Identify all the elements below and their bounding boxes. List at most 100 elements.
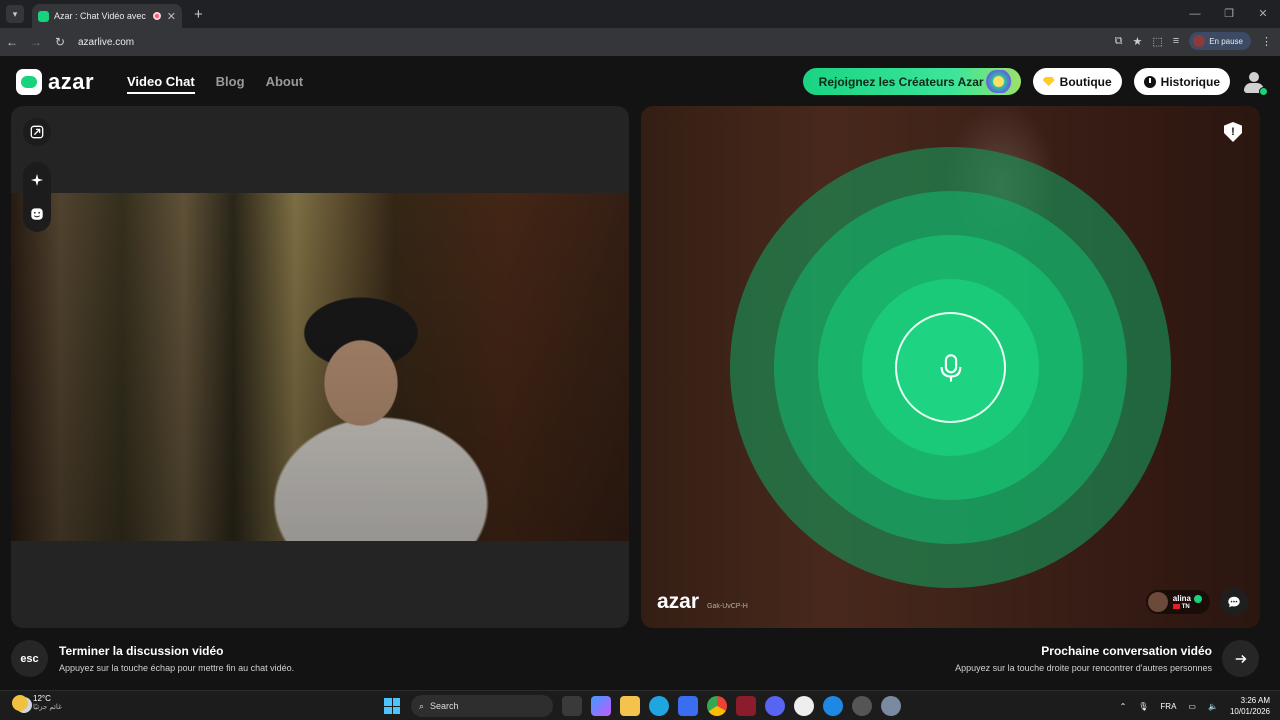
- chrome-icon[interactable]: [707, 696, 727, 716]
- face-mask-icon[interactable]: [23, 200, 51, 228]
- extensions-icon[interactable]: ⬚: [1152, 35, 1162, 48]
- copilot-icon[interactable]: [591, 696, 611, 716]
- url-field[interactable]: ⎔ azarlive.com: [0, 36, 135, 100]
- taskbar-clock[interactable]: 3:26 AM 10/01/2026: [1230, 695, 1270, 717]
- forward-icon[interactable]: →: [24, 35, 48, 49]
- logo-text: azar: [48, 69, 95, 94]
- remote-video-panel: ! azar Gak-UvCP-H alina TN: [641, 106, 1260, 628]
- mic-tray-icon[interactable]: 🎙: [1138, 702, 1148, 711]
- effects-toolbar: [23, 162, 51, 232]
- weather-widget[interactable]: 12°C غائم جزئيًا: [12, 694, 62, 711]
- clock-icon: [1143, 75, 1156, 88]
- join-creators-label: Rejoignez les Créateurs Azar: [818, 74, 984, 89]
- azar-watermark: azar Gak-UvCP-H: [657, 590, 748, 614]
- verified-icon: [1194, 594, 1202, 603]
- next-chat-title: Prochaine conversation vidéo: [1041, 644, 1212, 658]
- tunisia-flag-icon: [1172, 603, 1180, 609]
- watermark-text: azar: [657, 590, 700, 613]
- media-control-icon[interactable]: ≡: [1173, 35, 1179, 47]
- edge-icon[interactable]: [649, 696, 669, 716]
- profile-button[interactable]: En pause: [1189, 32, 1251, 50]
- peer-name: alina: [1172, 593, 1191, 603]
- join-creators-button[interactable]: Rejoignez les Créateurs Azar: [802, 68, 1021, 95]
- volume-icon[interactable]: 🔈: [1208, 702, 1218, 711]
- windows-taskbar: 12°C غائم جزئيًا ⌕ Search ⌃ 🎙 FRA ▭ 🔈 3:…: [0, 690, 1280, 720]
- shop-button[interactable]: Boutique: [1032, 68, 1122, 95]
- close-tab-icon[interactable]: ✕: [167, 10, 176, 23]
- file-explorer-icon[interactable]: [620, 696, 640, 716]
- cast-icon[interactable]: ⧉: [1115, 35, 1123, 48]
- esc-key-button[interactable]: esc: [11, 640, 48, 677]
- window-controls: — ❐ ✕: [1178, 0, 1280, 28]
- azar-logo[interactable]: azar: [16, 69, 94, 95]
- address-bar: ← → ↻ ⎔ azarlive.com ⧉ ★ ⬚ ≡ En pause ⋮: [0, 28, 1280, 100]
- back-icon[interactable]: ←: [0, 35, 24, 49]
- task-view-icon[interactable]: [562, 696, 582, 716]
- weather-text: غائم جزئيًا: [33, 704, 62, 711]
- history-button[interactable]: Historique: [1133, 68, 1230, 95]
- close-window-icon[interactable]: ✕: [1246, 0, 1280, 28]
- peer-country: TN: [1181, 604, 1190, 611]
- app-gray-icon[interactable]: [852, 696, 872, 716]
- chat-bubble-icon: [1228, 596, 1240, 608]
- recording-icon: [152, 12, 161, 20]
- sparkle-effects-icon[interactable]: [23, 166, 51, 194]
- settings-gear-icon[interactable]: [881, 696, 901, 716]
- tab-title: Azar : Chat Vidéo avec de n: [54, 11, 147, 21]
- end-chat-hint: Terminer la discussion vidéo Appuyez sur…: [59, 644, 294, 673]
- microphone-button[interactable]: [895, 312, 1006, 423]
- bookmark-star-icon[interactable]: ★: [1132, 35, 1142, 48]
- discord-icon[interactable]: [765, 696, 785, 716]
- azar-site: azar Video Chat Blog About Rejoignez les…: [0, 56, 1280, 690]
- new-tab-icon[interactable]: +: [194, 6, 203, 23]
- chat-button[interactable]: [1220, 588, 1248, 616]
- app-v-icon[interactable]: [736, 696, 756, 716]
- local-camera-feed: [11, 193, 629, 541]
- browser-tabbar: ▾ Azar : Chat Vidéo avec de n ✕ + — ❐ ✕: [0, 0, 1280, 28]
- online-dot-icon: [1259, 86, 1268, 96]
- clock-date: 10/01/2026: [1229, 707, 1270, 716]
- taskbar-apps: ⌕ Search: [382, 695, 901, 717]
- search-label: Search: [430, 701, 459, 711]
- end-chat-title: Terminer la discussion vidéo: [59, 644, 224, 658]
- restore-icon[interactable]: ❐: [1212, 0, 1246, 28]
- profile-avatar: [1193, 35, 1206, 47]
- shop-label: Boutique: [1059, 74, 1112, 89]
- microphone-icon: [940, 353, 961, 382]
- tray-chevron-icon[interactable]: ⌃: [1120, 702, 1127, 711]
- nav-video-chat[interactable]: Video Chat: [127, 74, 195, 94]
- system-tray: ⌃ 🎙 FRA ▭ 🔈 3:26 AM 10/01/2026: [1120, 695, 1270, 717]
- menu-dots-icon[interactable]: ⋮: [1261, 35, 1272, 48]
- weather-temp: 12°C: [33, 694, 51, 703]
- tab-search-icon[interactable]: ▾: [6, 5, 24, 23]
- language-indicator[interactable]: FRA: [1160, 702, 1176, 711]
- weather-icon: [12, 694, 28, 711]
- url-text: azarlive.com: [78, 36, 135, 48]
- store-icon[interactable]: [678, 696, 698, 716]
- reload-icon[interactable]: ↻: [48, 35, 72, 49]
- nav-blog[interactable]: Blog: [216, 74, 245, 94]
- next-chat-button[interactable]: [1222, 640, 1259, 677]
- expand-icon[interactable]: [23, 118, 51, 146]
- video-tools: [23, 118, 51, 232]
- search-icon: ⌕: [419, 700, 425, 711]
- toolbar-right: ⧉ ★ ⬚ ≡ En pause ⋮: [1115, 32, 1272, 50]
- taskbar-search[interactable]: ⌕ Search: [411, 695, 553, 717]
- minimize-icon[interactable]: —: [1178, 0, 1212, 28]
- voice-pulse-rings: [730, 147, 1171, 588]
- user-profile-icon[interactable]: [1242, 70, 1268, 96]
- header-actions: Rejoignez les Créateurs Azar Boutique Hi…: [802, 68, 1268, 96]
- creators-badge-icon: [984, 70, 1019, 93]
- nav-about[interactable]: About: [266, 74, 304, 94]
- peer-info[interactable]: alina TN: [1145, 590, 1210, 614]
- azar-logo-icon: [16, 69, 42, 95]
- main-nav: Video Chat Blog About: [127, 74, 303, 94]
- network-icon[interactable]: ▭: [1188, 702, 1196, 711]
- keyboard-hints: esc Terminer la discussion vidéo Appuyez…: [0, 638, 1280, 684]
- browser-tab[interactable]: Azar : Chat Vidéo avec de n ✕: [32, 4, 182, 28]
- end-chat-subtitle: Appuyez sur la touche échap pour mettre …: [59, 663, 295, 673]
- app-blue-icon[interactable]: [823, 696, 843, 716]
- start-icon[interactable]: [382, 696, 402, 716]
- app-pie-icon[interactable]: [794, 696, 814, 716]
- peer-avatar: [1147, 592, 1168, 612]
